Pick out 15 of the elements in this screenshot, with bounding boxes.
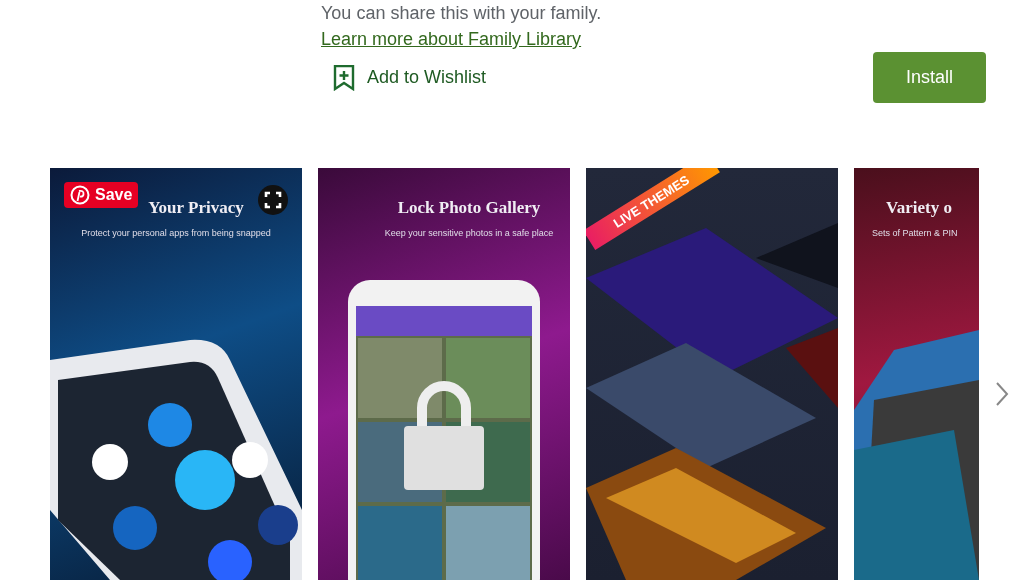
screenshot-subtitle: Keep your sensitive photos in a safe place bbox=[384, 228, 554, 238]
learn-more-link[interactable]: Learn more about Family Library bbox=[321, 29, 582, 49]
pinterest-save-button[interactable]: Save bbox=[64, 182, 139, 208]
install-button[interactable]: Install bbox=[873, 52, 986, 103]
chevron-right-icon[interactable] bbox=[995, 381, 1009, 407]
screenshot-title: Variety o bbox=[886, 198, 952, 218]
family-library-note: You can share this with your family. Learn more about Family Library bbox=[321, 2, 603, 51]
screenshot-title: Your Privacy bbox=[148, 198, 244, 218]
add-to-wishlist-button[interactable]: Add to Wishlist bbox=[321, 60, 499, 95]
screenshot-subtitle: Protect your personal apps from being snapped bbox=[81, 228, 271, 238]
bookmark-plus-icon bbox=[333, 64, 355, 91]
pinterest-logo-icon bbox=[70, 185, 90, 205]
screenshot-title: Lock Photo Gallery bbox=[397, 198, 541, 218]
fullscreen-icon[interactable] bbox=[258, 185, 288, 215]
screenshot-subtitle: Sets of Pattern & PIN bbox=[872, 228, 958, 238]
